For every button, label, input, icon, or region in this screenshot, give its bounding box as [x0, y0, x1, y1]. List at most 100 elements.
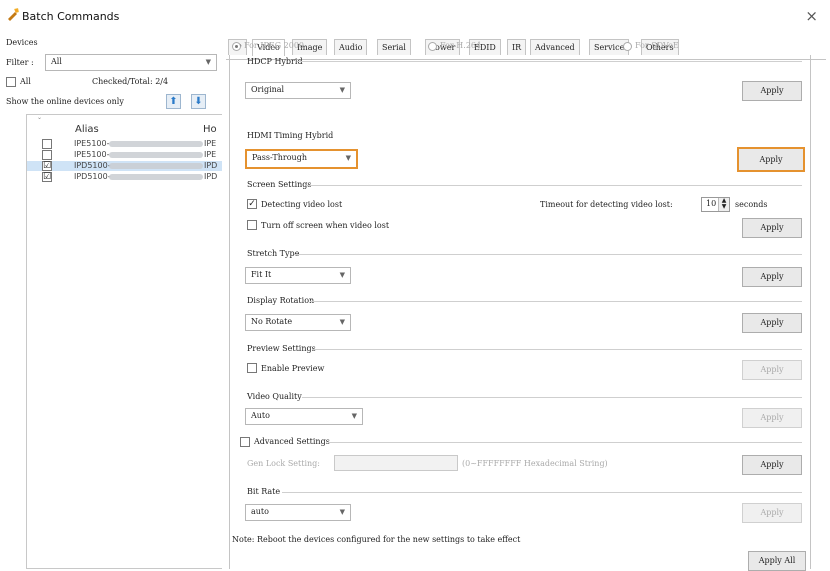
device-list[interactable]: ⌄ Alias Ho IPE5100- IPE IPE5100- IPE ☑ I…: [26, 114, 222, 569]
divider: [310, 301, 802, 302]
arrow-down-icon[interactable]: ⬇: [191, 94, 206, 109]
checked-total: Checked/Total: 2/4: [92, 77, 169, 86]
tab-audio[interactable]: Audio: [334, 39, 368, 55]
chevron-down-icon: ▼: [345, 154, 351, 162]
chevron-down-icon: ▼: [351, 412, 357, 420]
bitrate-apply-button[interactable]: Apply: [742, 503, 802, 523]
detect-video-lost-checkbox[interactable]: ✓: [247, 199, 257, 209]
screen-settings-title: Screen Settings: [247, 180, 312, 189]
device-row[interactable]: IPE5100- IPE: [27, 150, 222, 160]
tab-bar: IP Video Image Audio Serial Power EDID I…: [226, 39, 826, 60]
tab-ir[interactable]: IR: [507, 39, 527, 55]
all-label: All: [20, 77, 31, 86]
chevron-down-icon: ▼: [205, 58, 211, 66]
spinner-arrows-icon[interactable]: ▲ ▼: [718, 198, 729, 211]
timeout-label: Timeout for detecting video lost:: [540, 200, 673, 209]
screen-apply-button[interactable]: Apply: [742, 218, 802, 238]
hdcp-apply-button[interactable]: Apply: [742, 81, 802, 101]
device-row[interactable]: ☑ IPD5100- IPD: [27, 172, 222, 182]
advanced-settings-title: Advanced Settings: [254, 437, 330, 446]
advanced-apply-button[interactable]: Apply: [742, 455, 802, 475]
hdmi-timing-value: Pass-Through: [252, 153, 307, 162]
video-quality-title: Video Quality: [247, 392, 302, 401]
hdcp-value: Original: [251, 85, 285, 94]
preview-apply-button[interactable]: Apply: [742, 360, 802, 380]
apply-all-button[interactable]: Apply All: [748, 551, 806, 571]
tab-serial[interactable]: Serial: [377, 39, 411, 55]
detect-video-lost-label: Detecting video lost: [261, 200, 343, 209]
radio-jpeg2000-label: For JPEG 2000: [244, 41, 305, 50]
window-title: Batch Commands: [22, 10, 120, 23]
redacted-name: [109, 141, 203, 147]
radio-jpeg2000[interactable]: [232, 42, 241, 51]
online-only-label[interactable]: Show the online devices only: [6, 97, 124, 106]
enable-preview-checkbox[interactable]: [247, 363, 257, 373]
device-host: IPE: [204, 150, 217, 159]
reboot-note: Note: Reboot the devices configured for …: [232, 535, 521, 544]
divider: [294, 254, 802, 255]
device-alias: IPD5100-: [74, 161, 111, 170]
device-alias: IPD5100-: [74, 172, 111, 181]
redacted-name: [109, 163, 203, 169]
timeout-spinner[interactable]: 10 ▲ ▼: [701, 197, 730, 212]
hdmi-timing-apply-button[interactable]: Apply: [737, 147, 805, 172]
all-checkbox[interactable]: [6, 77, 16, 87]
chevron-down-icon: ▼: [339, 86, 345, 94]
hdmi-timing-title: HDMI Timing Hybrid: [247, 131, 334, 140]
turn-off-screen-label: Turn off screen when video lost: [261, 221, 390, 230]
close-icon[interactable]: ×: [805, 7, 818, 25]
tab-advanced[interactable]: Advanced: [530, 39, 580, 55]
hdmi-timing-select[interactable]: Pass-Through ▼: [245, 149, 358, 169]
stretch-type-select[interactable]: Fit It ▼: [245, 267, 351, 284]
hdcp-select[interactable]: Original ▼: [245, 82, 351, 99]
divider: [306, 185, 802, 186]
video-quality-select[interactable]: Auto ▼: [245, 408, 363, 425]
advanced-settings-checkbox[interactable]: [240, 437, 250, 447]
device-checkbox[interactable]: [42, 150, 52, 160]
rotation-select[interactable]: No Rotate ▼: [245, 314, 351, 331]
column-host[interactable]: Ho: [203, 124, 217, 135]
enable-preview-label: Enable Preview: [261, 364, 325, 373]
devices-pane: Devices Filter : All ▼ All Checked/Total…: [0, 34, 222, 569]
device-host: IPE: [204, 139, 217, 148]
radio-sdvoe-label: For SDVoE: [635, 41, 679, 50]
divider: [312, 349, 802, 350]
redacted-name: [109, 152, 203, 158]
arrow-up-icon[interactable]: ⬆: [166, 94, 181, 109]
bit-rate-value: auto: [251, 507, 269, 516]
rotation-value: No Rotate: [251, 317, 293, 326]
quality-apply-button[interactable]: Apply: [742, 408, 802, 428]
device-row[interactable]: ☑ IPD5100- IPD: [27, 161, 222, 171]
preview-settings-title: Preview Settings: [247, 344, 316, 353]
filter-select[interactable]: All ▼: [45, 54, 217, 71]
rotation-apply-button[interactable]: Apply: [742, 313, 802, 333]
radio-sdvoe[interactable]: [623, 42, 632, 51]
sort-caret-icon[interactable]: ⌄: [37, 115, 42, 121]
device-row[interactable]: IPE5100- IPE: [27, 139, 222, 149]
divider: [297, 61, 802, 62]
divider: [328, 442, 802, 443]
device-checkbox[interactable]: [42, 139, 52, 149]
chevron-down-icon: ▼: [339, 318, 345, 326]
genlock-hint: (0~FFFFFFFF Hexadecimal String): [462, 459, 608, 468]
device-checkbox[interactable]: ☑: [42, 172, 52, 182]
chevron-down-icon: ▼: [339, 271, 345, 279]
radio-h264-label: For H.264: [440, 41, 482, 50]
settings-pane: IP Video Image Audio Serial Power EDID I…: [226, 34, 826, 571]
video-panel: For JPEG 2000 For H.264 For SDVoE HDCP H…: [229, 41, 811, 571]
column-alias[interactable]: Alias: [75, 124, 99, 135]
radio-h264[interactable]: [428, 42, 437, 51]
hdcp-title: HDCP Hybrid: [247, 57, 303, 66]
turn-off-screen-checkbox[interactable]: [247, 220, 257, 230]
batch-icon: [8, 8, 19, 21]
bit-rate-select[interactable]: auto ▼: [245, 504, 351, 521]
device-alias: IPE5100-: [74, 150, 110, 159]
title-bar: Batch Commands ×: [0, 0, 830, 34]
stretch-apply-button[interactable]: Apply: [742, 267, 802, 287]
divider: [282, 492, 802, 493]
display-rotation-title: Display Rotation: [247, 296, 315, 305]
stretch-type-title: Stretch Type: [247, 249, 300, 258]
device-checkbox[interactable]: ☑: [42, 161, 52, 171]
genlock-input[interactable]: [334, 455, 458, 471]
stretch-type-value: Fit It: [251, 270, 272, 279]
